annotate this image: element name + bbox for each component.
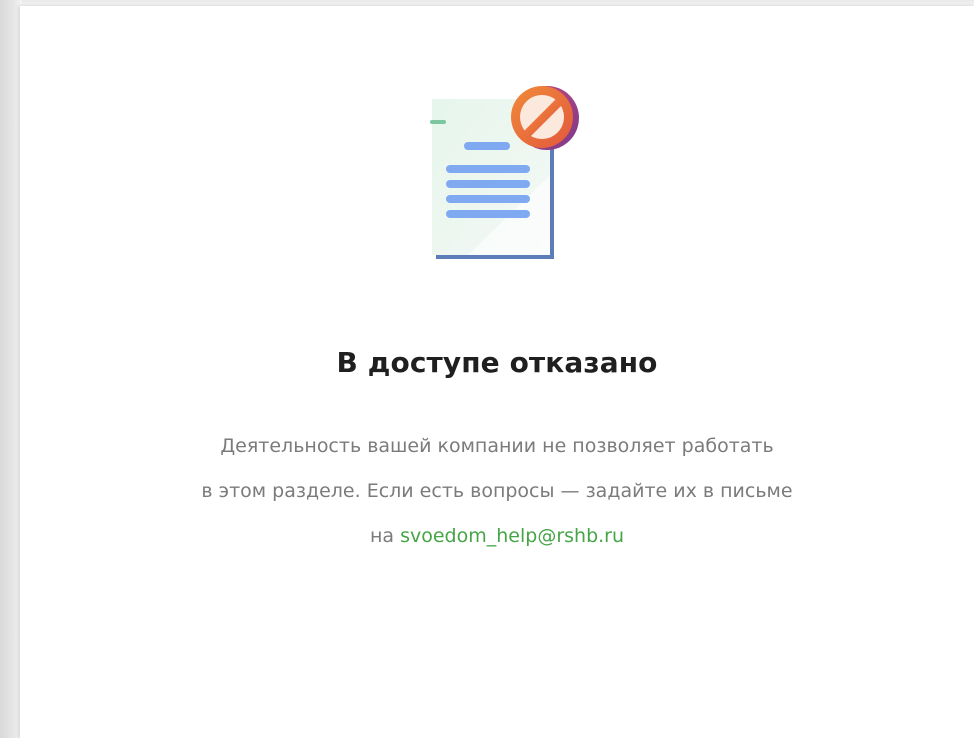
access-denied-message: Деятельность вашей компании не позволяет… bbox=[20, 424, 974, 559]
window-left-shadow bbox=[0, 0, 22, 738]
document-illustration-svg bbox=[430, 86, 579, 259]
message-line-2: в этом разделе. Если есть вопросы — зада… bbox=[201, 480, 793, 502]
document-tab bbox=[430, 120, 446, 124]
document-line bbox=[446, 180, 530, 188]
message-line-1: Деятельность вашей компании не позволяет… bbox=[220, 435, 774, 457]
support-email-link[interactable]: svoedom_help@rshb.ru bbox=[400, 525, 624, 547]
page-title: В доступе отказано bbox=[336, 346, 658, 379]
document-access-denied-icon bbox=[408, 75, 598, 275]
message-prefix: на bbox=[369, 525, 395, 547]
document-line bbox=[446, 165, 530, 173]
document-line bbox=[464, 142, 510, 150]
message-line-3: на svoedom_help@rshb.ru bbox=[20, 514, 974, 559]
document-line bbox=[446, 210, 530, 218]
document-line bbox=[446, 195, 530, 203]
prohibition-icon bbox=[511, 86, 573, 148]
